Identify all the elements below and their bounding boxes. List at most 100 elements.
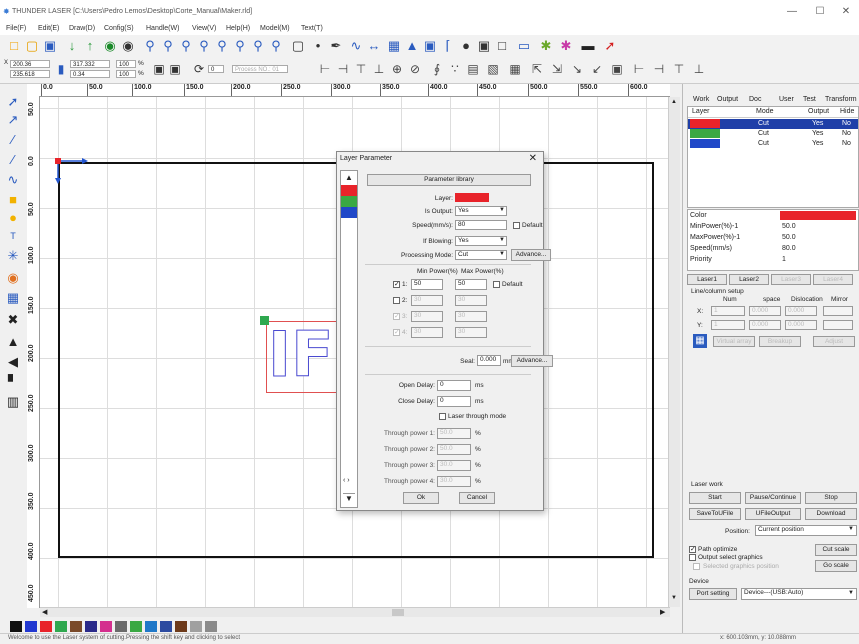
angle-field[interactable]: 0	[208, 65, 224, 73]
array-y-num[interactable]: 1	[711, 320, 745, 330]
color-icon[interactable]: ✱	[558, 38, 574, 54]
tab-user[interactable]: User	[779, 96, 794, 103]
ufile-output-button[interactable]: UFileOutput	[745, 508, 801, 520]
zoom-next-icon[interactable]: ⚲	[268, 38, 284, 54]
pos-x-field[interactable]: 200.36	[10, 60, 50, 68]
align-more-tool-icon[interactable]: ▥	[5, 394, 21, 410]
power-3-min-input[interactable]: 30	[411, 311, 443, 322]
if-blowing-select[interactable]: Yes ▼	[455, 236, 507, 246]
t-icon[interactable]: ⊤	[672, 62, 686, 76]
perp-icon[interactable]: ⊥	[692, 62, 706, 76]
align-right-icon[interactable]: ⊣	[336, 62, 350, 76]
pos-y-field[interactable]: 235.618	[10, 70, 50, 78]
menu-handle[interactable]: Handle(W)	[146, 25, 179, 32]
position-select[interactable]: Current position ▼	[755, 525, 857, 536]
through-power-2-input[interactable]: 50.0	[437, 444, 471, 455]
stop-button[interactable]: Stop	[805, 492, 857, 504]
power-2-max-input[interactable]: 30	[455, 295, 487, 306]
size-w-field[interactable]: 317.332	[70, 60, 110, 68]
preview-icon[interactable]: ◉	[102, 38, 118, 54]
array-y-space[interactable]: 0.000	[749, 320, 781, 330]
layer-row[interactable]: Cut Yes No	[688, 139, 858, 149]
grid-tool-icon[interactable]: ▦	[5, 290, 21, 306]
open-icon[interactable]: ▢	[24, 38, 40, 54]
menu-text[interactable]: Text(T)	[301, 25, 323, 32]
power-1-max-input[interactable]: 50	[455, 279, 487, 290]
array-y-dislocation[interactable]: 0.000	[785, 320, 817, 330]
array-x-num[interactable]: 1	[711, 306, 745, 316]
menu-model[interactable]: Model(M)	[260, 25, 290, 32]
laser-icon[interactable]: ✱	[538, 38, 554, 54]
palette-swatch[interactable]	[10, 621, 22, 632]
power-default-checkbox[interactable]	[493, 281, 500, 288]
zoom-in-icon[interactable]: ⚲	[142, 38, 158, 54]
laser-through-checkbox[interactable]	[439, 413, 446, 420]
list-layer-green[interactable]	[341, 196, 357, 207]
power-3-max-input[interactable]: 30	[455, 311, 487, 322]
menu-file[interactable]: File(F)	[6, 25, 26, 32]
save-icon[interactable]: ▣	[42, 38, 58, 54]
palette-swatch[interactable]	[190, 621, 202, 632]
arrange-4-icon[interactable]: ↙	[590, 62, 604, 76]
array-x-space[interactable]: 0.000	[749, 306, 781, 316]
palette-swatch[interactable]	[145, 621, 157, 632]
line-tool-icon[interactable]: ∕	[5, 132, 21, 148]
through-power-1-input[interactable]: 50.0	[437, 428, 471, 439]
through-power-3-input[interactable]: 30.0	[437, 460, 471, 471]
same-width-icon[interactable]: ▤	[466, 62, 480, 76]
import-icon[interactable]: ↓	[64, 38, 80, 54]
align-center-icon[interactable]: ⊕	[390, 62, 404, 76]
minimize-button[interactable]: —	[780, 5, 804, 19]
new-icon[interactable]: □	[6, 38, 22, 54]
ellipse-tool-icon[interactable]: ●	[5, 210, 21, 226]
palette-swatch[interactable]	[175, 621, 187, 632]
maximize-button[interactable]: ☐	[808, 5, 832, 19]
mirror-icon[interactable]: ▣	[152, 62, 166, 76]
laser4-button[interactable]: Laser4	[813, 274, 853, 285]
power-4-max-input[interactable]: 30	[455, 327, 487, 338]
close-button[interactable]: ✕	[834, 5, 858, 19]
h-line-icon[interactable]: ⊢	[632, 62, 646, 76]
menu-draw[interactable]: Draw(D)	[69, 25, 95, 32]
zoom-fit-icon[interactable]: ⚲	[178, 38, 194, 54]
parameter-library-button[interactable]: Parameter library	[367, 174, 531, 186]
device-select[interactable]: Device---(USB:Auto) ▼	[741, 588, 857, 600]
settings-icon[interactable]: ◉	[120, 38, 136, 54]
array-icon[interactable]: ▣	[422, 38, 438, 54]
is-output-select[interactable]: Yes ▼	[455, 206, 507, 216]
adjust-button[interactable]: Adjust	[813, 336, 855, 347]
curve-icon[interactable]: ∿	[348, 38, 364, 54]
seal-advance-button[interactable]: Advance...	[511, 355, 553, 367]
distribute-h-icon[interactable]: ∮	[430, 62, 444, 76]
list-layer-blue[interactable]	[341, 207, 357, 218]
palette-swatch[interactable]	[205, 621, 217, 632]
menu-view[interactable]: View(V)	[192, 25, 216, 32]
power-3-checkbox[interactable]: ✓	[393, 313, 400, 320]
list-layer-red[interactable]	[341, 185, 357, 196]
seal-input[interactable]: 0.000	[477, 355, 501, 366]
node-tool-icon[interactable]: ↗	[5, 112, 21, 128]
lock-icon[interactable]: ▮	[54, 62, 68, 76]
polyline-tool-icon[interactable]: ∕	[5, 152, 21, 168]
distribute-v-icon[interactable]: ∵	[448, 62, 462, 76]
line-icon[interactable]: ↔	[366, 38, 382, 54]
layer-list[interactable]: ▲ ‹ › ▼	[340, 170, 358, 508]
power-4-min-input[interactable]: 30	[411, 327, 443, 338]
palette-swatch[interactable]	[85, 621, 97, 632]
power-1-min-input[interactable]: 50	[411, 279, 443, 290]
monitor-icon[interactable]: ▭	[516, 38, 532, 54]
node-icon[interactable]: •	[310, 38, 326, 54]
laser2-button[interactable]: Laser2	[729, 274, 769, 285]
circle-icon[interactable]: ●	[458, 38, 474, 54]
mirror-v-icon[interactable]: ▣	[168, 62, 182, 76]
pause-continue-button[interactable]: Pause/Continue	[745, 492, 801, 504]
palette-swatch[interactable]	[160, 621, 172, 632]
processing-mode-select[interactable]: Cut ▼	[455, 250, 507, 260]
palette-swatch[interactable]	[115, 621, 127, 632]
array-x-mirror[interactable]	[823, 306, 853, 316]
h-line-2-icon[interactable]: ⊣	[652, 62, 666, 76]
port-setting-button[interactable]: Port setting	[689, 588, 737, 600]
breakup-button[interactable]: Breakup	[759, 336, 801, 347]
list-up-icon[interactable]: ▲	[343, 173, 355, 182]
align-icon[interactable]: ▲	[404, 38, 420, 54]
